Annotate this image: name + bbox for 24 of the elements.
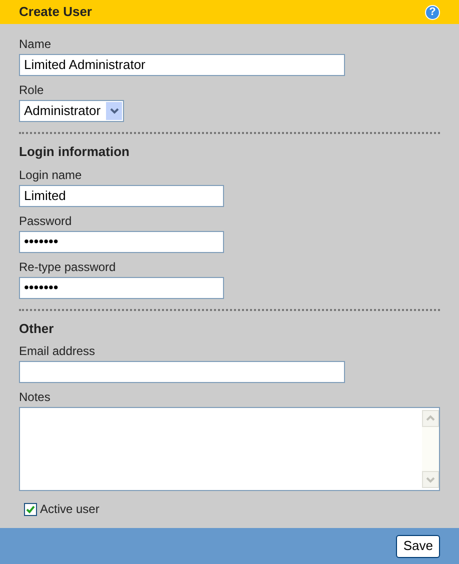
chevron-down-icon — [106, 102, 122, 120]
input-field[interactable]: Limited — [19, 184, 224, 206]
field-label: Name — [19, 37, 52, 51]
field-label: Email address — [19, 344, 96, 358]
section-heading: Other — [19, 320, 55, 338]
scroll-down-icon[interactable] — [422, 471, 439, 488]
page-title: Create User — [19, 3, 92, 22]
section-heading: Login information — [19, 143, 130, 161]
password-field[interactable]: ••••••• — [19, 276, 224, 298]
save-button[interactable]: Save — [396, 534, 440, 558]
checkbox-label: Active user — [40, 501, 100, 518]
input-field[interactable] — [19, 361, 345, 383]
password-field[interactable]: ••••••• — [19, 230, 224, 252]
role-dropdown[interactable]: Administrator — [19, 100, 124, 122]
input-field[interactable]: Limited Administrator — [19, 54, 345, 76]
scrollbar[interactable] — [422, 410, 439, 488]
field-label: Password — [19, 214, 73, 228]
field-label: Notes — [19, 390, 52, 404]
field-label: Login name — [19, 168, 83, 182]
notes-field[interactable] — [19, 407, 440, 491]
scroll-up-icon[interactable] — [422, 410, 439, 427]
field-label: Re-type password — [19, 260, 117, 274]
field-label: Role — [19, 83, 45, 97]
checkbox[interactable] — [24, 502, 37, 516]
